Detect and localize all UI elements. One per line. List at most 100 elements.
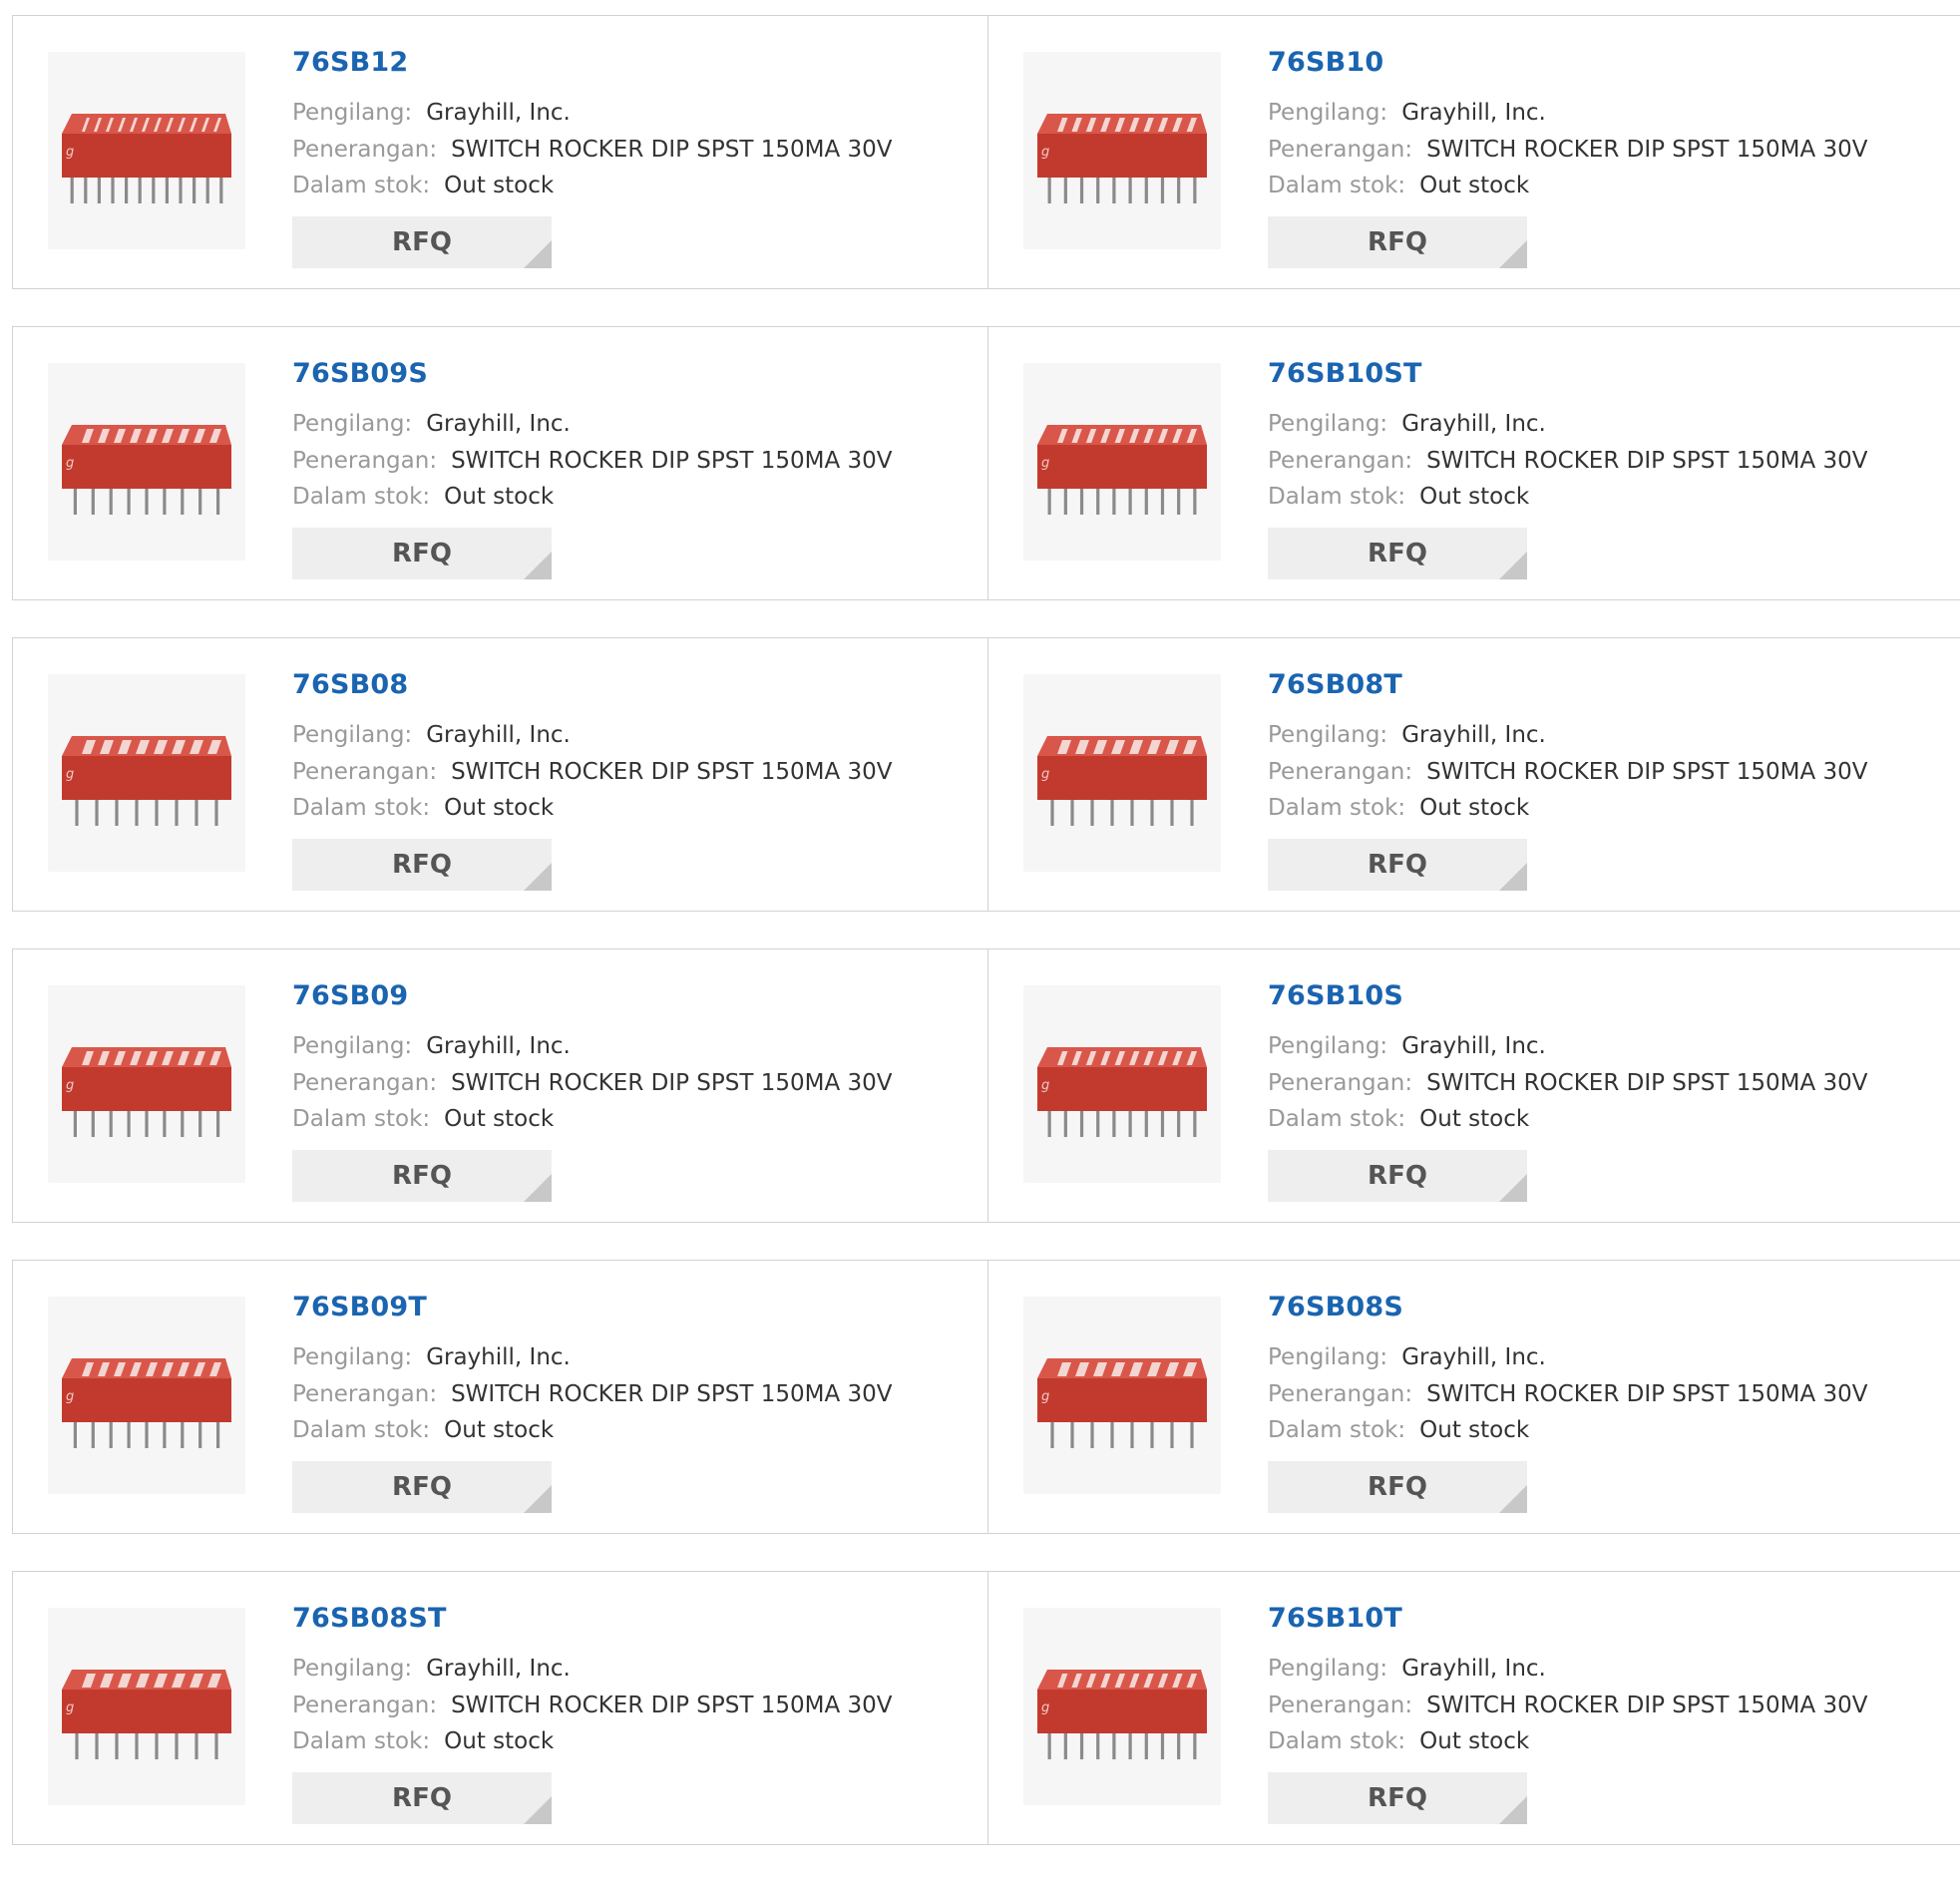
part-number-link[interactable]: 76SB12 <box>292 47 408 78</box>
pin <box>1128 485 1132 515</box>
pin <box>1096 1729 1100 1759</box>
rfq-button[interactable]: RFQ <box>1268 216 1527 268</box>
manufacturer-field: Pengilang: Grayhill, Inc. <box>1268 1033 1546 1059</box>
pin <box>75 1729 79 1759</box>
pin <box>95 796 99 826</box>
description-field: Penerangan: SWITCH ROCKER DIP SPST 150MA … <box>1268 1693 1868 1718</box>
pin <box>1144 174 1148 203</box>
pin <box>1079 485 1084 515</box>
pin <box>111 174 115 203</box>
product-card: g 76SB10S Pengilang: Grayhill, Inc. Pener… <box>987 949 1960 1222</box>
manufacturer-label: Pengilang: <box>292 411 413 437</box>
dip-switch-icon[interactable]: g <box>48 1608 245 1805</box>
rfq-button[interactable]: RFQ <box>292 1772 552 1824</box>
dip-switch-icon[interactable]: g <box>48 1297 245 1494</box>
part-number-link[interactable]: 76SB08 <box>292 669 408 700</box>
stock-value: Out stock <box>1419 1417 1530 1443</box>
manufacturer-value: Grayhill, Inc. <box>426 1656 571 1682</box>
stock-label: Dalam stok: <box>292 1728 431 1754</box>
pin <box>1177 1107 1181 1137</box>
description-field: Penerangan: SWITCH ROCKER DIP SPST 150MA … <box>292 759 893 785</box>
dip-switch-icon[interactable]: g <box>1023 985 1221 1183</box>
part-number-link[interactable]: 76SB08T <box>1268 669 1402 700</box>
product-card: g 76SB09S Pengilang: Grayhill, Inc. Pener… <box>12 327 987 599</box>
description-label: Penerangan: <box>1268 1070 1413 1096</box>
pin <box>1160 1107 1165 1137</box>
part-number-link[interactable]: 76SB09S <box>292 358 428 389</box>
manufacturer-value: Grayhill, Inc. <box>1401 722 1546 748</box>
dip-switch-icon[interactable]: g <box>1023 1297 1221 1494</box>
rfq-button[interactable]: RFQ <box>292 1461 552 1513</box>
pin <box>195 796 198 826</box>
manufacturer-field: Pengilang: Grayhill, Inc. <box>292 1344 571 1370</box>
part-number-link[interactable]: 76SB10 <box>1268 47 1383 78</box>
pin <box>1170 1418 1174 1448</box>
brand-logo: g <box>66 1700 74 1715</box>
pin <box>219 174 223 203</box>
pin <box>1177 1729 1181 1759</box>
part-number-link[interactable]: 76SB08ST <box>292 1603 447 1634</box>
rfq-button[interactable]: RFQ <box>292 216 552 268</box>
rfq-button[interactable]: RFQ <box>292 528 552 579</box>
manufacturer-field: Pengilang: Grayhill, Inc. <box>292 1656 571 1682</box>
part-number-link[interactable]: 76SB10S <box>1268 980 1403 1011</box>
part-number-link[interactable]: 76SB09 <box>292 980 408 1011</box>
pin <box>1170 796 1174 826</box>
pin <box>115 1729 119 1759</box>
dip-switch-icon[interactable]: g <box>48 52 245 249</box>
manufacturer-field: Pengilang: Grayhill, Inc. <box>1268 411 1546 437</box>
rfq-button[interactable]: RFQ <box>1268 528 1527 579</box>
part-number-link[interactable]: 76SB10T <box>1268 1603 1402 1634</box>
stock-value: Out stock <box>444 1417 555 1443</box>
stock-field: Dalam stok: Out stock <box>1268 795 1529 821</box>
pin <box>152 174 156 203</box>
dip-switch-icon[interactable]: g <box>1023 1608 1221 1805</box>
pin <box>1190 796 1194 826</box>
brand-logo: g <box>66 1389 74 1404</box>
stock-label: Dalam stok: <box>1268 795 1406 821</box>
rfq-button[interactable]: RFQ <box>1268 1461 1527 1513</box>
manufacturer-value: Grayhill, Inc. <box>1401 100 1546 126</box>
pin <box>163 485 167 515</box>
brand-logo: g <box>66 767 74 782</box>
description-label: Penerangan: <box>1268 448 1413 474</box>
description-label: Penerangan: <box>292 137 438 163</box>
description-value: SWITCH ROCKER DIP SPST 150MA 30V <box>1426 759 1868 785</box>
rfq-button[interactable]: RFQ <box>292 1150 552 1202</box>
part-number-link[interactable]: 76SB08S <box>1268 1292 1403 1322</box>
pin <box>175 796 179 826</box>
pin <box>125 174 129 203</box>
manufacturer-field: Pengilang: Grayhill, Inc. <box>292 1033 571 1059</box>
stock-label: Dalam stok: <box>1268 173 1406 198</box>
pin <box>73 1418 78 1448</box>
manufacturer-value: Grayhill, Inc. <box>426 411 571 437</box>
manufacturer-field: Pengilang: Grayhill, Inc. <box>1268 100 1546 126</box>
pin <box>135 1729 139 1759</box>
rfq-button[interactable]: RFQ <box>1268 839 1527 891</box>
pin <box>205 174 209 203</box>
pin <box>138 174 142 203</box>
manufacturer-label: Pengilang: <box>292 1656 413 1682</box>
description-value: SWITCH ROCKER DIP SPST 150MA 30V <box>451 759 893 785</box>
rfq-label: RFQ <box>392 850 452 880</box>
pin <box>1063 1107 1067 1137</box>
description-value: SWITCH ROCKER DIP SPST 150MA 30V <box>1426 448 1868 474</box>
pin <box>91 1418 95 1448</box>
dip-switch-icon[interactable]: g <box>1023 674 1221 872</box>
dip-switch-icon[interactable]: g <box>1023 52 1221 249</box>
stock-value: Out stock <box>444 484 555 510</box>
rfq-label: RFQ <box>392 539 452 568</box>
dip-switch-icon[interactable]: g <box>1023 363 1221 561</box>
pin <box>1047 174 1051 203</box>
rfq-label: RFQ <box>392 227 452 257</box>
part-number-link[interactable]: 76SB09T <box>292 1292 427 1322</box>
part-number-link[interactable]: 76SB10ST <box>1268 358 1422 389</box>
rfq-button[interactable]: RFQ <box>1268 1150 1527 1202</box>
dip-switch-icon[interactable]: g <box>48 363 245 561</box>
dip-switch-icon[interactable]: g <box>48 674 245 872</box>
rfq-button[interactable]: RFQ <box>292 839 552 891</box>
triangle-corner-icon <box>524 1485 552 1513</box>
rfq-button[interactable]: RFQ <box>1268 1772 1527 1824</box>
pin <box>1177 485 1181 515</box>
dip-switch-icon[interactable]: g <box>48 985 245 1183</box>
